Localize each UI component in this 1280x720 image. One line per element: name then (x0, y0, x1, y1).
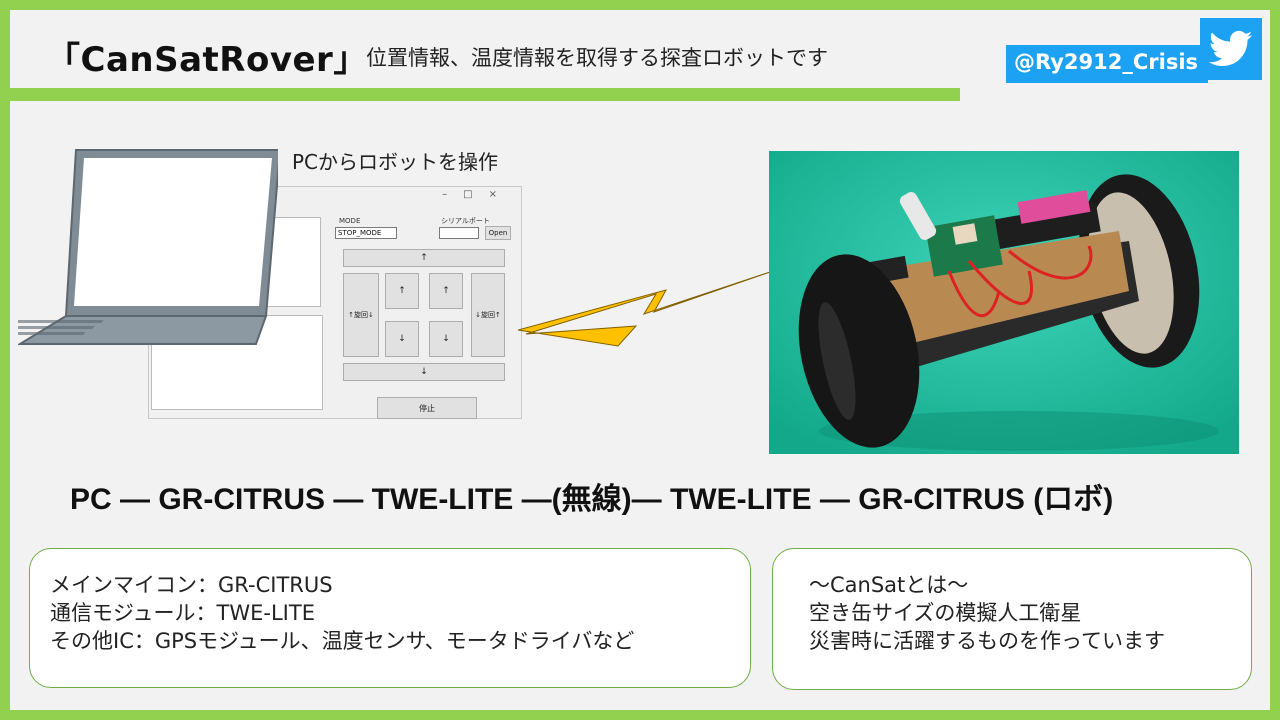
spec-box: メインマイコン：GR-CITRUS 通信モジュール：TWE-LITE その他IC… (29, 548, 751, 688)
page-subtitle: 位置情報、温度情報を取得する探査ロボットです (366, 46, 828, 70)
left-down-button[interactable]: ↓ (385, 321, 419, 357)
pc-caption: PCからロボットを操作 (292, 150, 499, 174)
left-turn-button[interactable]: ↑旋回↓ (343, 273, 379, 357)
spec-line-comm: 通信モジュール：TWE-LITE (50, 601, 315, 625)
right-turn-button[interactable]: ↓旋回↑ (471, 273, 505, 357)
mode-label: MODE (339, 217, 361, 225)
window-controls-icon: –□× (442, 189, 513, 200)
open-button[interactable]: Open (485, 226, 511, 240)
forward-button[interactable]: ↑ (343, 249, 505, 267)
page-title: 「CanSatRover」 (46, 40, 368, 80)
spec-line-mcu: メインマイコン：GR-CITRUS (50, 573, 333, 597)
connection-chain: PC — GR-CITRUS — TWE-LITE —(無線)— TWE-LIT… (70, 483, 1114, 516)
about-line-2: 災害時に活躍するものを作っています (809, 629, 1165, 653)
laptop-icon (18, 149, 278, 345)
twitter-logo[interactable] (1200, 18, 1262, 80)
stop-button[interactable]: 停止 (377, 397, 477, 419)
mode-select[interactable]: STOP_MODE (335, 227, 397, 239)
wireless-bolt-icon (518, 269, 776, 347)
right-down-button[interactable]: ↓ (429, 321, 463, 357)
spec-line-other: その他IC：GPSモジュール、温度センサ、モータドライバなど (50, 629, 635, 653)
serial-port-select[interactable] (439, 227, 479, 239)
twitter-handle[interactable]: @Ry2912_Crisis (1006, 45, 1208, 83)
slide: 「CanSatRover」 位置情報、温度情報を取得する探査ロボットです @Ry… (10, 10, 1270, 710)
robot-photo (769, 151, 1239, 454)
about-heading: 〜CanSatとは〜 (809, 573, 969, 597)
left-up-button[interactable]: ↑ (385, 273, 419, 309)
right-up-button[interactable]: ↑ (429, 273, 463, 309)
twitter-bird-icon (1209, 30, 1253, 67)
backward-button[interactable]: ↓ (343, 363, 505, 381)
about-line-1: 空き缶サイズの模擬人工衛星 (809, 601, 1082, 625)
serial-port-label: シリアルポート (441, 217, 490, 225)
header-underline (10, 88, 960, 101)
about-box: 〜CanSatとは〜 空き缶サイズの模擬人工衛星 災害時に活躍するものを作ってい… (772, 548, 1252, 690)
robot-photo-image (769, 151, 1239, 454)
